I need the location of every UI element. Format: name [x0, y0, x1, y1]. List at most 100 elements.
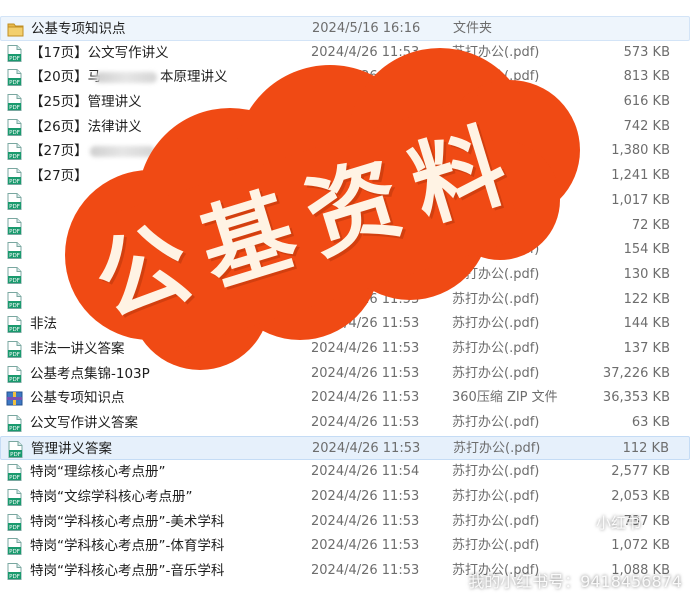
- file-date: 2024/4/26 11:53: [311, 94, 420, 110]
- file-row[interactable]: PDF 2024/4/26 11:53 苏打办公(.pdf) 1,017 KB: [0, 189, 690, 214]
- file-row[interactable]: PDF 【27页】 2024/4/26 11:53 苏打办公(.pdf) 1,380 K…: [0, 139, 690, 164]
- file-name: 公基考点集锦-103P: [30, 365, 150, 382]
- svg-text:PDF: PDF: [9, 80, 20, 86]
- file-size: 36,353 KB: [602, 390, 670, 406]
- svg-text:PDF: PDF: [9, 500, 20, 506]
- file-name: 【27页】: [30, 143, 88, 160]
- pdf-icon: PDF: [6, 316, 23, 334]
- svg-text:PDF: PDF: [9, 549, 20, 555]
- file-size: 1,017 KB: [611, 192, 670, 208]
- file-name: 特岗“学科核心考点册”-体育学科: [30, 538, 225, 555]
- file-size: 137 KB: [623, 340, 670, 356]
- file-row[interactable]: PDF 特岗“学科核心考点册”-美术学科 2024/4/26 11:53 苏打办公(.…: [0, 510, 690, 535]
- file-date: 2024/4/26 11:53: [311, 242, 420, 258]
- svg-text:PDF: PDF: [9, 154, 20, 160]
- file-name: 特岗“文综学科核心考点册”: [30, 489, 193, 506]
- file-type: 苏打办公(.pdf): [452, 168, 540, 184]
- file-row[interactable]: 公基专项知识点 2024/5/16 16:16 文件夹: [0, 16, 690, 41]
- file-row[interactable]: PDF 特岗“学科核心考点册”-音乐学科 2024/4/26 11:53 苏打办公(.…: [0, 559, 690, 584]
- file-row[interactable]: PDF 公基考点集锦-103P 2024/4/26 11:53 苏打办公(.pdf) 3…: [0, 362, 690, 387]
- pdf-icon: PDF: [6, 143, 23, 161]
- file-row[interactable]: PDF 2024/4/26 11:53 苏打办公(.pdf) 154 KB: [0, 238, 690, 263]
- redacted-text: [90, 146, 155, 158]
- file-date: 2024/4/26 11:53: [312, 440, 421, 456]
- file-row[interactable]: PDF 非法 2024/4/26 11:53 苏打办公(.pdf) 144 KB: [0, 312, 690, 337]
- svg-text:PDF: PDF: [9, 303, 20, 309]
- file-size: 1,088 KB: [611, 563, 670, 579]
- file-size: 1,380 KB: [611, 143, 670, 159]
- file-row[interactable]: PDF 【25页】管理讲义 2024/4/26 11:53 苏打办公(.pdf) 616…: [0, 90, 690, 115]
- file-row[interactable]: PDF 公文写作讲义答案 2024/4/26 11:53 苏打办公(.pdf) 63 K…: [0, 411, 690, 436]
- file-type: 苏打办公(.pdf): [452, 118, 540, 134]
- file-size: 742 KB: [623, 118, 670, 134]
- file-row[interactable]: PDF 非法一讲义答案 2024/4/26 11:53 苏打办公(.pdf) 137 K…: [0, 337, 690, 362]
- zip-icon: [6, 390, 23, 407]
- file-row[interactable]: PDF 特岗“学科核心考点册”-体育学科 2024/4/26 11:53 苏打办公(.…: [0, 534, 690, 559]
- file-row[interactable]: PDF 特岗“理综核心考点册” 2024/4/26 11:54 苏打办公(.pdf) 2…: [0, 460, 690, 485]
- pdf-icon: PDF: [6, 192, 23, 210]
- pdf-icon: PDF: [6, 69, 23, 87]
- file-name: 管理讲义答案: [31, 440, 112, 457]
- file-date: 2024/4/26 11:53: [311, 340, 420, 356]
- file-size: 1,241 KB: [611, 168, 670, 184]
- svg-text:PDF: PDF: [9, 179, 20, 185]
- file-type: 苏打办公(.pdf): [452, 415, 540, 430]
- file-row[interactable]: 公基专项知识点 2024/4/26 11:53 360压缩 ZIP 文件 36,353…: [0, 386, 690, 411]
- file-type: 苏打办公(.pdf): [452, 266, 540, 282]
- file-date: 2024/4/26 11:53: [311, 513, 420, 529]
- svg-text:PDF: PDF: [9, 204, 20, 210]
- file-row[interactable]: PDF 2024/4/26 11:53 苏打办公(.pdf) 130 KB: [0, 263, 690, 288]
- svg-text:PDF: PDF: [9, 56, 20, 62]
- pdf-icon: PDF: [6, 118, 23, 136]
- file-name: 公文写作讲义答案: [30, 415, 138, 431]
- file-size: 813 KB: [623, 69, 670, 85]
- file-name: 公基专项知识点: [31, 21, 126, 37]
- file-date: 2024/5/16 16:16: [312, 21, 421, 36]
- file-date: 2024/4/26 11:53: [311, 44, 420, 60]
- svg-text:PDF: PDF: [9, 525, 20, 531]
- file-date: 2024/4/26 11:53: [311, 168, 420, 184]
- file-size: 72 KB: [631, 217, 670, 233]
- file-size: 2,577 KB: [611, 464, 670, 480]
- pdf-icon: PDF: [6, 489, 23, 507]
- svg-text:PDF: PDF: [9, 253, 20, 259]
- pdf-icon: PDF: [6, 340, 23, 358]
- file-type: 苏打办公(.pdf): [452, 316, 540, 332]
- svg-text:PDF: PDF: [9, 130, 20, 136]
- file-row[interactable]: PDF 【26页】法律讲义 2024/4/26 11:53 苏打办公(.pdf) 742…: [0, 115, 690, 140]
- file-size: 112 KB: [622, 440, 669, 456]
- file-date: 2024/4/26 11:53: [311, 365, 420, 381]
- file-type: 苏打办公(.pdf): [452, 538, 540, 554]
- svg-text:PDF: PDF: [9, 574, 20, 580]
- file-row[interactable]: PDF 2024/4/26 11:53 苏打办公(.pdf) 72 KB: [0, 214, 690, 239]
- file-name: 【27页】: [30, 168, 88, 185]
- file-type: 苏打办公(.pdf): [452, 242, 540, 258]
- file-size: 122 KB: [623, 291, 670, 307]
- file-size: 2,053 KB: [611, 489, 670, 505]
- file-size: 63 KB: [631, 415, 670, 430]
- pdf-icon: PDF: [6, 365, 23, 383]
- file-row[interactable]: PDF 2024/4/26 11:53 苏打办公(.pdf) 122 KB: [0, 288, 690, 313]
- file-name: 特岗“理综核心考点册”: [30, 464, 166, 481]
- file-row[interactable]: PDF 【27页】 2024/4/26 11:53 苏打办公(.pdf) 1,241 K…: [0, 164, 690, 189]
- file-date: 2024/4/26 11:53: [311, 143, 420, 159]
- file-row[interactable]: PDF 【20页】马 本原理讲义 2024/4/26 11:53 苏打办公(.pdf) 8…: [0, 65, 690, 90]
- file-list: 公基专项知识点 2024/5/16 16:16 文件夹 PDF 【17页】公文写作讲义 2…: [0, 16, 690, 584]
- file-date: 2024/4/26 11:53: [311, 192, 420, 208]
- file-date: 2024/4/26 11:54: [311, 464, 420, 480]
- file-type: 苏打办公(.pdf): [452, 192, 540, 208]
- file-type: 苏打办公(.pdf): [452, 143, 540, 159]
- file-row[interactable]: PDF 【17页】公文写作讲义 2024/4/26 11:53 苏打办公(.pdf) 5…: [0, 41, 690, 66]
- file-type: 苏打办公(.pdf): [452, 217, 540, 233]
- pdf-icon: PDF: [6, 415, 23, 432]
- file-row[interactable]: PDF 管理讲义答案 2024/4/26 11:53 苏打办公(.pdf) 112 KB: [0, 435, 690, 461]
- file-row[interactable]: PDF 特岗“文综学科核心考点册” 2024/4/26 11:53 苏打办公(.pdf…: [0, 485, 690, 510]
- file-type: 苏打办公(.pdf): [452, 489, 540, 505]
- pdf-icon: PDF: [6, 291, 23, 309]
- svg-text:PDF: PDF: [10, 452, 21, 458]
- file-name: 【20页】马: [30, 69, 102, 86]
- pdf-icon: PDF: [6, 513, 23, 531]
- file-date: 2024/4/26 11:53: [311, 217, 420, 233]
- file-type: 苏打办公(.pdf): [452, 94, 540, 110]
- file-date: 2024/4/26 11:53: [311, 69, 420, 85]
